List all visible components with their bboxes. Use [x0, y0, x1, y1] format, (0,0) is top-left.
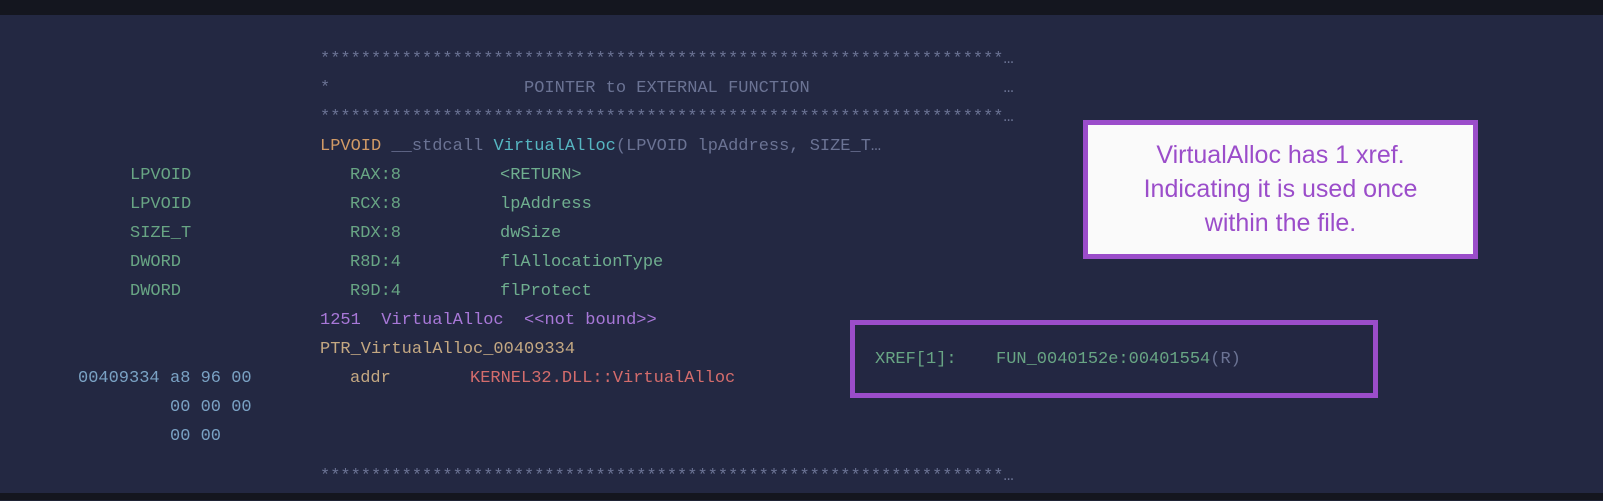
param-row[interactable]: DWORD R9D:4 flProtect [0, 277, 1603, 306]
disassembly-listing[interactable]: ****************************************… [0, 15, 1603, 460]
param-type: DWORD [130, 253, 350, 272]
annotation-callout: VirtualAlloc has 1 xref. Indicating it i… [1083, 120, 1478, 259]
bytes-continuation: 00 00 [0, 422, 1603, 451]
param-type: LPVOID [130, 166, 350, 185]
param-type: SIZE_T [130, 224, 350, 243]
bytes: a8 96 00 [170, 369, 350, 388]
xref-suffix: (R) [1210, 350, 1241, 369]
param-reg: R9D:4 [350, 282, 500, 301]
xref-target[interactable]: FUN_0040152e:00401554 [996, 350, 1210, 369]
param-reg: R8D:4 [350, 253, 500, 272]
param-name: <RETURN> [500, 166, 582, 185]
param-name: lpAddress [500, 195, 592, 214]
mnemonic: addr [350, 369, 470, 388]
sig-params: (LPVOID lpAddress, SIZE_T… [616, 137, 881, 156]
stars: ****************************************… [320, 108, 1014, 127]
comment-title: * POINTER to EXTERNAL FUNCTION … [0, 74, 1603, 103]
pointer-label[interactable]: PTR_VirtualAlloc_00409334 [320, 340, 575, 359]
ordinal-name[interactable]: VirtualAlloc [381, 311, 503, 330]
param-reg: RAX:8 [350, 166, 500, 185]
comment-border-top: ****************************************… [0, 45, 1603, 74]
param-reg: RDX:8 [350, 224, 500, 243]
param-type: DWORD [130, 282, 350, 301]
param-reg: RCX:8 [350, 195, 500, 214]
xref-highlight[interactable]: XREF[1]: FUN_0040152e:00401554 (R) [850, 320, 1378, 398]
ordinal-bound: <<not bound>> [524, 311, 657, 330]
window-bottom-bar: ****************************************… [0, 460, 1603, 500]
sig-callconv: __stdcall [391, 137, 493, 156]
address[interactable]: 00409334 [78, 369, 170, 388]
footer-stars: ****************************************… [0, 460, 1603, 493]
bytes: 00 00 [170, 427, 221, 446]
stars: ****************************************… [320, 50, 1014, 69]
bytes: 00 00 00 [170, 398, 252, 417]
param-type: LPVOID [130, 195, 350, 214]
param-name: flAllocationType [500, 253, 663, 272]
ordinal: 1251 [320, 311, 361, 330]
callout-line: VirtualAlloc has 1 xref. [1106, 139, 1455, 173]
sig-return-type: LPVOID [320, 137, 391, 156]
param-name: dwSize [500, 224, 561, 243]
comment-title-text: * POINTER to EXTERNAL FUNCTION … [320, 79, 1014, 98]
callout-line: within the file. [1106, 207, 1455, 241]
callout-line: Indicating it is used once [1106, 173, 1455, 207]
param-name: flProtect [500, 282, 592, 301]
xref-label: XREF[1]: [875, 350, 996, 369]
sig-funcname[interactable]: VirtualAlloc [493, 137, 615, 156]
window-top-bar [0, 0, 1603, 15]
operand-symbol[interactable]: KERNEL32.DLL::VirtualAlloc [470, 369, 735, 388]
